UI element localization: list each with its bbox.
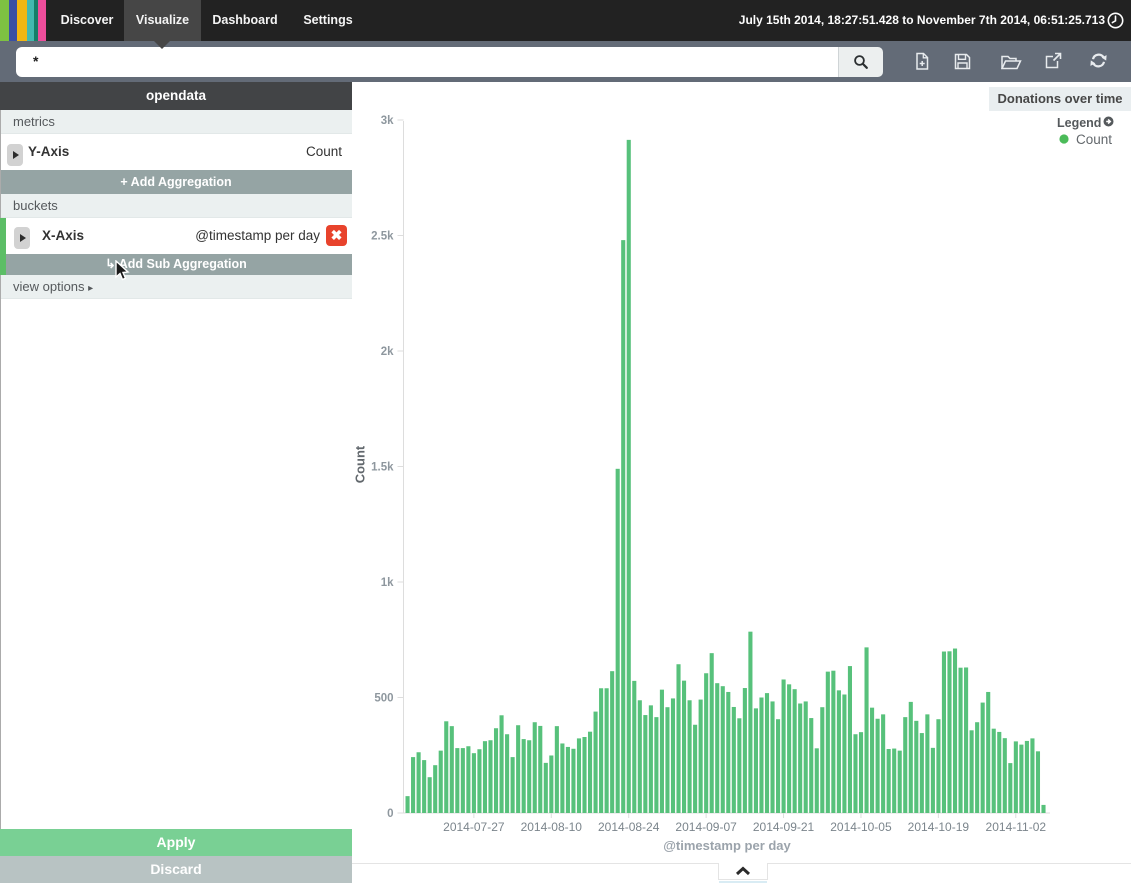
svg-text:2k: 2k [381, 346, 394, 358]
svg-text:2014-08-24: 2014-08-24 [598, 820, 660, 834]
svg-text:2014-09-21: 2014-09-21 [753, 820, 815, 834]
svg-text:1.5k: 1.5k [371, 462, 394, 474]
svg-text:2014-08-10: 2014-08-10 [521, 820, 583, 834]
svg-text:2014-10-05: 2014-10-05 [830, 820, 892, 834]
svg-text:500: 500 [374, 693, 393, 705]
svg-text:1k: 1k [381, 577, 394, 589]
svg-text:2014-10-19: 2014-10-19 [908, 820, 970, 834]
svg-text:3k: 3k [381, 115, 394, 127]
svg-text:2014-11-02: 2014-11-02 [986, 820, 1047, 834]
svg-text:2.5k: 2.5k [371, 231, 394, 243]
svg-text:2014-09-07: 2014-09-07 [675, 820, 737, 834]
svg-text:2014-07-27: 2014-07-27 [443, 820, 505, 834]
svg-text:0: 0 [387, 808, 393, 820]
